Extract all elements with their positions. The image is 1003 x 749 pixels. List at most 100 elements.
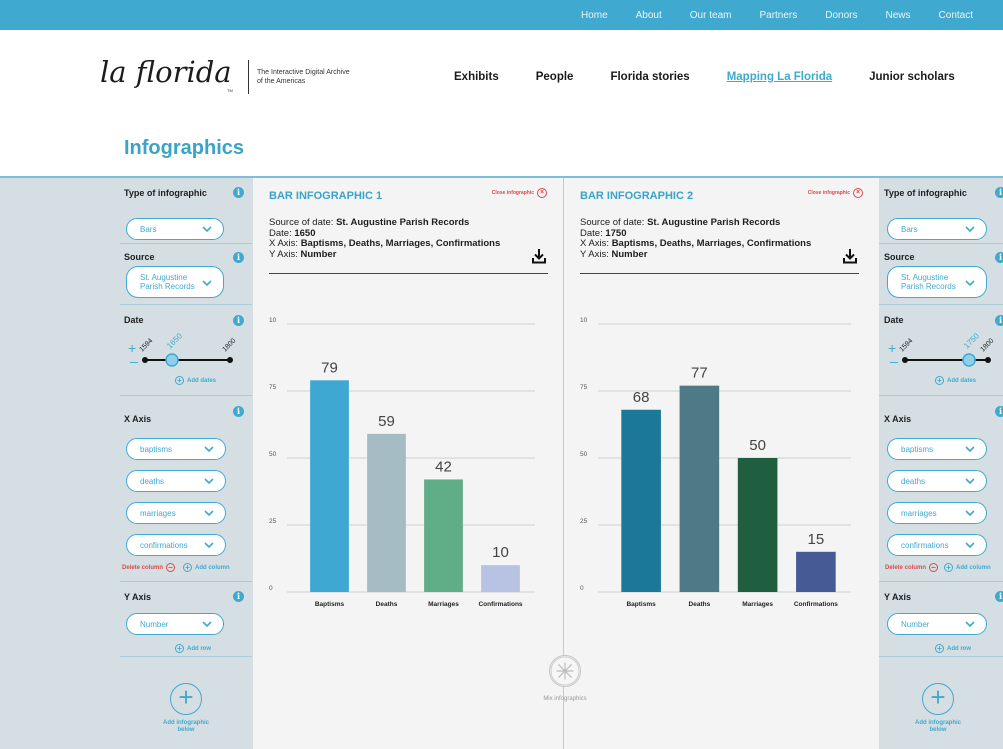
site-logo[interactable]: la florida TM: [100, 52, 240, 96]
add-dates-label: Add dates: [947, 377, 977, 384]
topnav-news[interactable]: News: [886, 10, 911, 21]
add-infographic-line1: Add infographic: [163, 720, 209, 726]
nav-florida-stories[interactable]: Florida stories: [610, 71, 689, 83]
xaxis-select-4[interactable]: confirmations: [126, 534, 226, 556]
type-select[interactable]: Bars: [126, 218, 224, 240]
add-dates-link[interactable]: + Add dates: [932, 376, 976, 385]
nav-exhibits[interactable]: Exhibits: [454, 71, 499, 83]
y-tick-label: 10: [580, 317, 588, 324]
add-row-link[interactable]: + Add row: [932, 644, 971, 653]
close-infographic-button[interactable]: Close infographic ×: [492, 188, 547, 198]
meta-prefix: Y Axis:: [269, 248, 301, 260]
bar-confirmations[interactable]: [796, 551, 836, 592]
xaxis-select-3[interactable]: marriages: [126, 502, 226, 524]
topnav-about[interactable]: About: [636, 10, 662, 21]
source-section: Source i St. Augustine Parish Records: [120, 244, 252, 305]
meta-yaxis: Number: [300, 248, 337, 260]
x-tick-label: Marriages: [742, 601, 773, 608]
xaxis-select-1[interactable]: baptisms: [887, 438, 987, 460]
type-select[interactable]: Bars: [887, 218, 987, 240]
add-column-link[interactable]: + Add column: [180, 563, 230, 572]
bar-baptisms[interactable]: [621, 409, 661, 592]
minus-circle-icon: –: [166, 563, 176, 572]
add-row-label: Add row: [187, 645, 211, 652]
xaxis-value: baptisms: [140, 444, 173, 454]
source-select[interactable]: St. Augustine Parish Records: [887, 266, 987, 298]
add-column-label: Add column: [956, 564, 991, 571]
xaxis-select-2[interactable]: deaths: [126, 470, 226, 492]
add-infographic-button[interactable]: +: [170, 683, 202, 715]
add-column-link[interactable]: + Add column: [941, 563, 991, 572]
info-icon[interactable]: i: [995, 187, 1003, 198]
meta-divider: [269, 273, 548, 274]
yaxis-select[interactable]: Number: [126, 613, 224, 635]
topnav-contact[interactable]: Contact: [939, 10, 973, 21]
info-icon[interactable]: i: [233, 252, 244, 263]
date-range-slider[interactable]: + – 1594 1750 1800: [879, 329, 1003, 375]
meta-yaxis: Number: [611, 248, 648, 260]
info-icon[interactable]: i: [995, 315, 1003, 326]
download-icon[interactable]: [843, 248, 857, 264]
info-icon[interactable]: i: [995, 591, 1003, 602]
top-bar: Home About Our team Partners Donors News…: [0, 0, 1003, 30]
info-icon[interactable]: i: [995, 406, 1003, 417]
xaxis-select-3[interactable]: marriages: [887, 502, 987, 524]
date-range-slider[interactable]: + – 1594 1650 1800: [120, 329, 252, 375]
bar-marriages[interactable]: [737, 458, 778, 592]
bar-baptisms[interactable]: [310, 380, 349, 592]
add-infographic-label[interactable]: Add infographic below: [146, 720, 226, 734]
add-infographic-button[interactable]: +: [922, 683, 954, 715]
meta-date: 1750: [605, 227, 627, 239]
nav-mapping-la-florida[interactable]: Mapping La Florida: [727, 71, 832, 83]
minus-circle-icon: –: [929, 563, 939, 572]
add-infographic-line1: Add infographic: [915, 720, 961, 726]
delete-column-link[interactable]: Delete column –: [885, 563, 941, 572]
topnav-home[interactable]: Home: [581, 10, 608, 21]
info-icon[interactable]: i: [233, 187, 244, 198]
yaxis-value: Number: [901, 619, 930, 629]
xaxis-select-2[interactable]: deaths: [887, 470, 987, 492]
yaxis-select[interactable]: Number: [887, 613, 987, 635]
y-tick-label: 50: [580, 451, 588, 458]
date-max-label: 1800: [979, 337, 995, 353]
bar-deaths[interactable]: [679, 385, 720, 592]
bar-confirmations[interactable]: [481, 565, 520, 592]
bar-value-label: 77: [691, 365, 708, 382]
date-selected-label: 1650: [165, 331, 184, 350]
info-icon[interactable]: i: [233, 591, 244, 602]
add-row-link[interactable]: + Add row: [172, 644, 211, 653]
info-icon[interactable]: i: [233, 315, 244, 326]
xaxis-value: marriages: [901, 508, 937, 518]
mix-icon[interactable]: [549, 655, 581, 687]
source-select[interactable]: St. Augustine Parish Records: [126, 266, 224, 298]
mix-infographics[interactable]: Mix infographics: [530, 655, 600, 702]
source-value-line1: St. Augustine: [140, 273, 188, 282]
infographic-meta: Source of date: St. Augustine Parish Rec…: [269, 217, 500, 260]
nav-junior-scholars[interactable]: Junior scholars: [869, 71, 955, 83]
svg-text:TM: TM: [227, 88, 233, 93]
topnav-partners[interactable]: Partners: [759, 10, 797, 21]
add-infographic-label[interactable]: Add infographic below: [898, 720, 978, 734]
meta-prefix: Y Axis:: [580, 248, 612, 260]
download-icon[interactable]: [532, 248, 546, 264]
topnav-our-team[interactable]: Our team: [690, 10, 732, 21]
type-section: Type of infographic i Bars: [879, 178, 1003, 244]
topnav-donors[interactable]: Donors: [825, 10, 857, 21]
bar-deaths[interactable]: [367, 433, 406, 592]
close-icon: ×: [853, 188, 863, 198]
meta-prefix: Date:: [269, 227, 295, 239]
xaxis-select-4[interactable]: confirmations: [887, 534, 987, 556]
y-tick-label: 25: [580, 518, 588, 525]
meta-source: St. Augustine Parish Records: [647, 217, 781, 228]
delete-column-link[interactable]: Delete column –: [122, 563, 178, 572]
nav-people[interactable]: People: [536, 71, 574, 83]
bar-marriages[interactable]: [424, 479, 463, 592]
yaxis-label: Y Axis: [884, 592, 912, 602]
type-section: Type of infographic i Bars: [120, 178, 252, 244]
info-icon[interactable]: i: [995, 252, 1003, 263]
xaxis-select-1[interactable]: baptisms: [126, 438, 226, 460]
close-infographic-button[interactable]: Close infographic ×: [808, 188, 863, 198]
add-dates-link[interactable]: + Add dates: [172, 376, 216, 385]
info-icon[interactable]: i: [233, 406, 244, 417]
y-tick-label: 10: [269, 317, 277, 324]
